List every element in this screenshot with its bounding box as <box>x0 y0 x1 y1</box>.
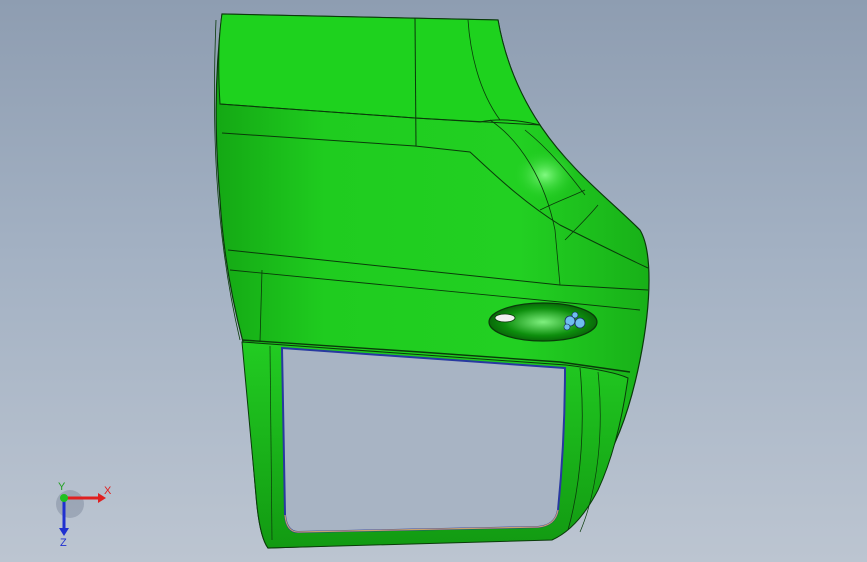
3d-viewport[interactable]: X Y Z <box>0 0 867 562</box>
handle-lever[interactable] <box>494 313 516 323</box>
corner-highlight <box>513 149 577 201</box>
triad-origin-shadow <box>56 490 84 518</box>
x-axis-label: X <box>104 485 112 497</box>
window-opening <box>280 346 567 534</box>
door-model[interactable] <box>0 0 867 562</box>
y-axis-dot <box>60 494 68 502</box>
z-axis-label: Z <box>60 537 67 548</box>
y-axis-label: Y <box>58 481 66 493</box>
axis-triad: X Y Z <box>56 481 112 548</box>
z-axis-arrow <box>59 528 69 536</box>
